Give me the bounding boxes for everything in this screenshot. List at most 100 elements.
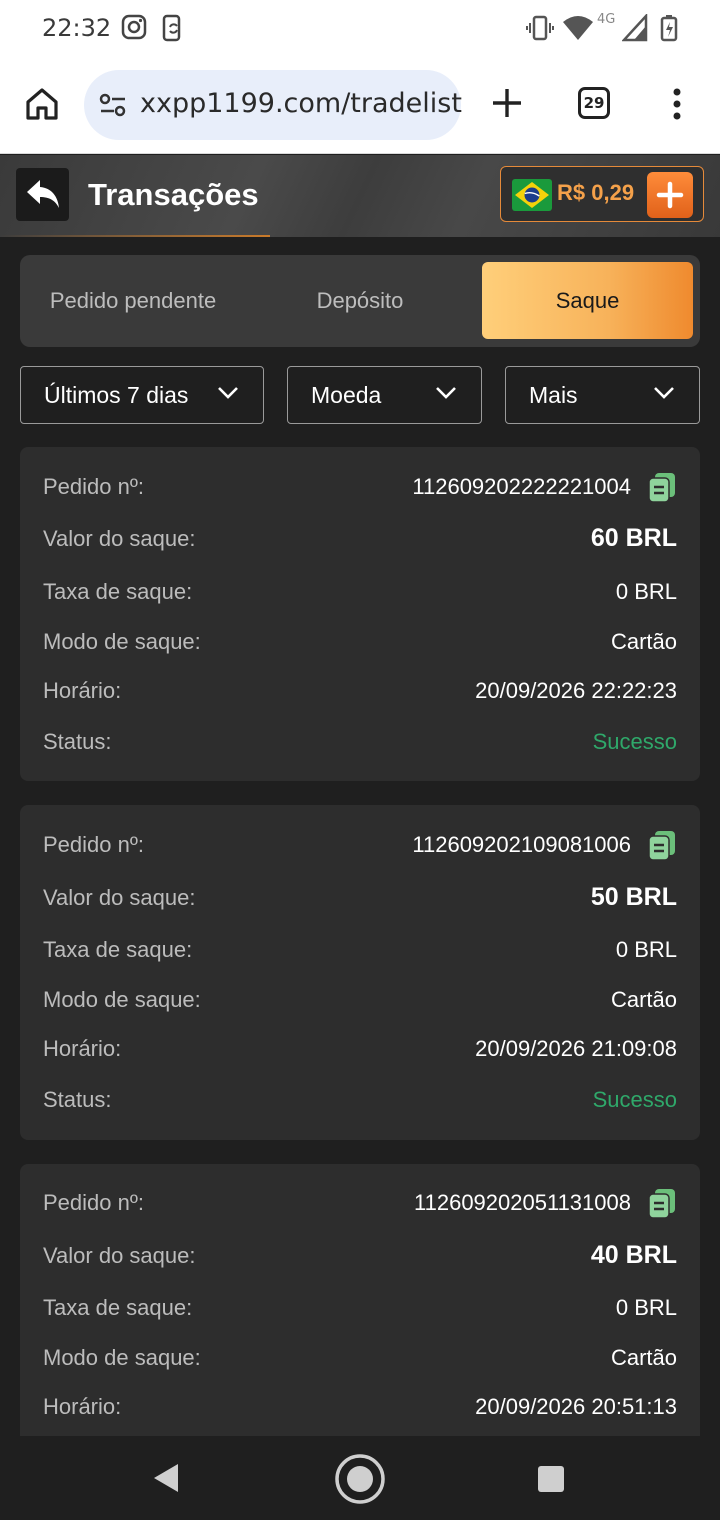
back-nav-icon[interactable] xyxy=(152,1462,182,1494)
battery-icon xyxy=(660,14,678,47)
status-row: Status: Sucesso xyxy=(43,729,677,759)
brazil-flag-icon xyxy=(512,179,552,211)
order-label: Pedido nº: xyxy=(43,474,144,499)
tab-switcher-icon[interactable]: 29 xyxy=(578,87,610,119)
chevron-down-icon xyxy=(218,387,238,399)
order-number: 112609202222221004 xyxy=(412,474,631,499)
system-nav-bar xyxy=(0,1436,720,1520)
order-row: Pedido nº: 112609202051131008 xyxy=(43,1187,677,1220)
transaction-time: 20/09/2026 21:09:08 xyxy=(475,1036,677,1061)
withdraw-amount: 60 BRL xyxy=(590,524,677,552)
amount-label: Valor do saque: xyxy=(43,526,196,551)
home-icon[interactable] xyxy=(24,86,60,127)
withdraw-amount: 50 BRL xyxy=(590,883,677,911)
fee-row: Taxa de saque: 0 BRL xyxy=(43,579,677,609)
sync-icon xyxy=(161,14,185,47)
fee-label: Taxa de saque: xyxy=(43,579,193,604)
status-value: Sucesso xyxy=(592,729,677,754)
transaction-card: Pedido nº: 112609202109081006 Valor do s… xyxy=(20,805,700,1140)
transaction-time: 20/09/2026 22:22:23 xyxy=(475,678,677,703)
amount-label: Valor do saque: xyxy=(43,885,196,910)
amount-row: Valor do saque: 40 BRL xyxy=(43,1241,677,1273)
time-label: Horário: xyxy=(43,1036,122,1061)
time-label: Horário: xyxy=(43,1394,122,1419)
header-accent-line xyxy=(0,235,270,237)
instagram-icon xyxy=(121,14,147,45)
page-header: Transações R$ 0,29 xyxy=(0,155,720,237)
mode-label: Modo de saque: xyxy=(43,987,201,1012)
status-label: Status: xyxy=(43,729,112,754)
tab-deposito[interactable]: Depósito xyxy=(246,262,474,339)
mode-label: Modo de saque: xyxy=(43,629,201,654)
url-bar[interactable]: xxpp1199.com/tradelist xyxy=(84,70,462,140)
order-row: Pedido nº: 112609202222221004 xyxy=(43,471,677,504)
browser-toolbar: xxpp1199.com/tradelist 29 xyxy=(0,56,720,154)
order-number: 112609202051131008 xyxy=(414,1190,631,1215)
new-tab-icon[interactable] xyxy=(490,86,524,125)
date-range-filter[interactable]: Últimos 7 dias xyxy=(20,366,264,424)
time-label: Horário: xyxy=(43,678,122,703)
back-button[interactable] xyxy=(16,168,69,221)
order-number: 112609202109081006 xyxy=(412,832,631,857)
balance-widget[interactable]: R$ 0,29 xyxy=(500,166,704,222)
date-range-label: Últimos 7 dias xyxy=(44,382,189,408)
time-row: Horário: 20/09/2026 21:09:08 xyxy=(43,1036,677,1066)
withdraw-mode: Cartão xyxy=(610,1345,677,1370)
page-title: Transações xyxy=(88,177,259,212)
mode-row: Modo de saque: Cartão xyxy=(43,1345,677,1375)
amount-row: Valor do saque: 50 BRL xyxy=(43,883,677,915)
fee-label: Taxa de saque: xyxy=(43,937,193,962)
balance-amount: R$ 0,29 xyxy=(557,180,635,205)
fee-row: Taxa de saque: 0 BRL xyxy=(43,937,677,967)
amount-row: Valor do saque: 60 BRL xyxy=(43,524,677,556)
fee-label: Taxa de saque: xyxy=(43,1295,193,1320)
amount-label: Valor do saque: xyxy=(43,1243,196,1268)
copy-icon[interactable] xyxy=(647,1187,677,1219)
tab-saque[interactable]: Saque xyxy=(482,262,693,339)
more-label: Mais xyxy=(529,382,578,408)
tab-count: 29 xyxy=(583,94,605,112)
home-nav-icon[interactable] xyxy=(334,1453,386,1505)
plus-icon xyxy=(656,181,684,209)
order-label: Pedido nº: xyxy=(43,1190,144,1215)
time-row: Horário: 20/09/2026 20:51:13 xyxy=(43,1394,677,1424)
transaction-time: 20/09/2026 20:51:13 xyxy=(475,1394,677,1419)
tab-pedido-pendente[interactable]: Pedido pendente xyxy=(20,262,246,339)
chevron-down-icon xyxy=(436,387,456,399)
wifi-icon xyxy=(562,14,594,47)
deposit-plus-button[interactable] xyxy=(647,172,693,218)
copy-icon[interactable] xyxy=(647,471,677,503)
mode-row: Modo de saque: Cartão xyxy=(43,987,677,1017)
mode-label: Modo de saque: xyxy=(43,1345,201,1370)
order-label: Pedido nº: xyxy=(43,832,144,857)
network-type: 4G xyxy=(597,12,616,27)
order-row: Pedido nº: 112609202109081006 xyxy=(43,829,677,862)
status-bar: 22:32 4G xyxy=(0,0,720,56)
transaction-card: Pedido nº: 112609202051131008 Valor do s… xyxy=(20,1164,700,1436)
withdraw-fee: 0 BRL xyxy=(615,1295,677,1320)
status-label: Status: xyxy=(43,1087,112,1112)
transaction-card: Pedido nº: 112609202222221004 Valor do s… xyxy=(20,447,700,781)
menu-icon[interactable] xyxy=(670,86,684,127)
signal-icon xyxy=(621,12,648,47)
status-value: Sucesso xyxy=(592,1087,677,1112)
site-settings-icon[interactable] xyxy=(99,92,127,123)
currency-label: Moeda xyxy=(311,382,382,408)
transaction-type-tabs: Pedido pendente Depósito Saque xyxy=(20,255,700,347)
vibrate-icon xyxy=(526,14,554,47)
fee-row: Taxa de saque: 0 BRL xyxy=(43,1295,677,1325)
copy-icon[interactable] xyxy=(647,829,677,861)
status-time: 22:32 xyxy=(42,14,112,42)
chevron-down-icon xyxy=(654,387,674,399)
currency-filter[interactable]: Moeda xyxy=(287,366,482,424)
time-row: Horário: 20/09/2026 22:22:23 xyxy=(43,678,677,708)
withdraw-mode: Cartão xyxy=(610,987,677,1012)
recents-nav-icon[interactable] xyxy=(537,1465,565,1493)
back-arrow-icon xyxy=(27,180,59,208)
withdraw-amount: 40 BRL xyxy=(590,1241,677,1269)
url-text: xxpp1199.com/tradelist xyxy=(140,88,462,119)
status-row: Status: Sucesso xyxy=(43,1087,677,1117)
withdraw-fee: 0 BRL xyxy=(615,579,677,604)
withdraw-fee: 0 BRL xyxy=(615,937,677,962)
more-filter[interactable]: Mais xyxy=(505,366,700,424)
